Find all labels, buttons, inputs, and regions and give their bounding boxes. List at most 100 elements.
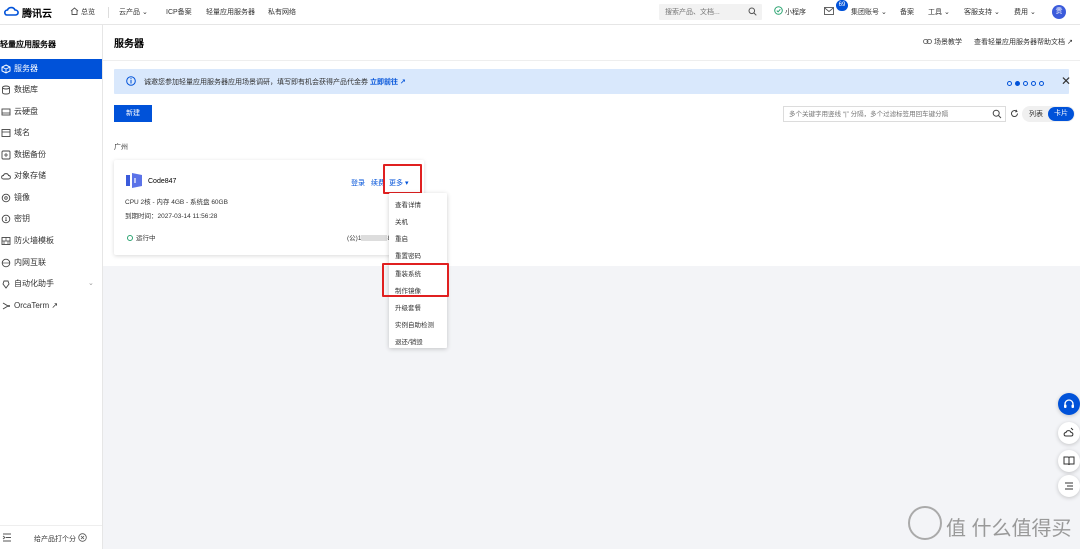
nav-home-label: 总览: [80, 9, 95, 16]
sidebar-item-key[interactable]: 密钥: [0, 209, 102, 229]
sidebar-item-server[interactable]: 服务器: [0, 59, 102, 79]
sidebar-item-backup[interactable]: 数据备份: [0, 145, 102, 165]
domain-icon: [1, 129, 11, 137]
book-icon: [1063, 456, 1075, 466]
sidebar-item-database[interactable]: 数据库: [0, 80, 102, 100]
docs-button[interactable]: [1058, 450, 1080, 472]
pagination-dot[interactable]: [1023, 81, 1028, 86]
instance-type-icon: [126, 173, 142, 188]
watermark-logo: [908, 506, 942, 540]
collapse-menu-icon[interactable]: [2, 533, 12, 542]
sidebar-item-label: 防火墙模板: [14, 236, 54, 245]
nav-tools-label: 工具: [928, 9, 942, 16]
nav-support-label: 客服支持: [964, 9, 992, 16]
sidebar-item-label: 密钥: [14, 214, 30, 223]
sidebar-item-automation[interactable]: 自动化助手 ⌄: [0, 274, 102, 294]
ip-redacted: [361, 235, 388, 241]
menu-item-upgrade-plan[interactable]: 升级套餐: [395, 302, 421, 312]
sidebar-item-firewall[interactable]: 防火墙模板: [0, 231, 102, 251]
search-icon[interactable]: [748, 7, 757, 16]
watermark: 值 什么值得买: [908, 506, 1072, 542]
sidebar-item-network[interactable]: 内网互联: [0, 253, 102, 273]
scene-tutorial-link[interactable]: 场景教学: [923, 37, 962, 47]
divider: [108, 7, 109, 18]
filter-input[interactable]: [789, 109, 984, 119]
nav-cloud-products[interactable]: 云产品 ⌄: [119, 6, 148, 19]
list-icon: [1065, 482, 1073, 490]
nav-icp[interactable]: ICP备案: [166, 6, 192, 19]
chevron-down-icon: ⌄: [993, 9, 1000, 16]
sidebar-item-object-storage[interactable]: 对象存储: [0, 166, 102, 186]
nav-group-account[interactable]: 集团账号 ⌄: [851, 6, 887, 19]
nav-lighthouse[interactable]: 轻量应用服务器: [206, 6, 255, 19]
external-link-icon: ↗: [1066, 39, 1073, 46]
notice-go-link[interactable]: 立即前往 ↗: [370, 79, 406, 86]
close-icon[interactable]: [78, 533, 87, 542]
menu-item-self-check[interactable]: 实例自助检测: [395, 319, 434, 329]
logo-text[interactable]: 腾讯云: [22, 5, 52, 20]
sidebar-footer: 给产品打个分: [0, 525, 102, 549]
nav-billing[interactable]: 费用 ⌄: [1014, 6, 1036, 19]
customer-service-button[interactable]: [1058, 393, 1080, 415]
nav-group-account-label: 集团账号: [851, 9, 879, 16]
instance-filter[interactable]: [783, 106, 1006, 122]
headset-icon: [1064, 399, 1074, 408]
pagination-dot[interactable]: [1007, 81, 1012, 86]
nav-tools[interactable]: 工具 ⌄: [928, 6, 950, 19]
help-doc-link[interactable]: 查看轻量应用服务器帮助文档 ↗: [974, 37, 1073, 47]
main-header: 服务器 场景教学 查看轻量应用服务器帮助文档 ↗: [103, 25, 1080, 60]
sidebar-item-disk[interactable]: 云硬盘: [0, 102, 102, 122]
instance-name: Code847: [148, 178, 177, 185]
sidebar-item-domain[interactable]: 域名: [0, 123, 102, 143]
menu-item-return-destroy[interactable]: 退还/销毁: [395, 336, 423, 346]
nav-cloud-products-label: 云产品: [119, 9, 140, 16]
nav-mini-program-label: 小程序: [784, 9, 806, 16]
pagination-dot[interactable]: [1031, 81, 1036, 86]
rate-product-link[interactable]: 给产品打个分: [34, 533, 87, 544]
terminal-icon: [2, 302, 10, 310]
nav-mini-program[interactable]: 小程序: [774, 6, 806, 19]
sidebar-item-label: 内网互联: [14, 258, 46, 267]
nav-support[interactable]: 客服支持 ⌄: [964, 6, 1000, 19]
instance-spec: CPU 2核 - 内存 4GB - 系统盘 60GB: [125, 199, 228, 206]
login-link[interactable]: 登录: [351, 178, 365, 188]
menu-item-view-details[interactable]: 查看详情: [395, 199, 421, 209]
automation-icon: [2, 280, 10, 289]
nav-record[interactable]: 备案: [900, 6, 914, 19]
pagination-dot-active[interactable]: [1015, 81, 1020, 86]
network-icon: [1, 258, 11, 268]
menu-item-restart[interactable]: 重启: [395, 233, 408, 243]
sidebar-item-label: OrcaTerm ↗: [14, 301, 59, 310]
nav-private-network[interactable]: 私有网络: [268, 6, 296, 19]
menu-list-button[interactable]: [1058, 475, 1080, 497]
instance-status: 运行中: [127, 232, 156, 242]
new-instance-button[interactable]: 新建: [114, 105, 152, 122]
menu-item-reset-password[interactable]: 重置密码: [395, 250, 421, 260]
pagination-dot[interactable]: [1039, 81, 1044, 86]
menu-item-shutdown[interactable]: 关机: [395, 216, 408, 226]
view-list-option[interactable]: 列表: [1029, 109, 1043, 119]
notice-close-icon[interactable]: ✕: [1061, 74, 1071, 88]
sidebar-item-orcaterm[interactable]: OrcaTerm ↗: [0, 296, 102, 316]
refresh-icon[interactable]: [1010, 109, 1019, 118]
nav-home[interactable]: 总览: [70, 6, 95, 19]
tencent-cloud-logo-icon[interactable]: [4, 6, 19, 18]
top-navbar: 腾讯云 总览 云产品 ⌄ ICP备案 轻量应用服务器 私有网络 小程序 69 集…: [0, 0, 1080, 25]
instance-public-ip[interactable]: (公)182: [347, 232, 395, 242]
global-search[interactable]: [659, 4, 762, 20]
user-avatar[interactable]: 贵: [1052, 5, 1066, 19]
rate-product-label: 给产品打个分: [34, 536, 76, 543]
search-icon[interactable]: [992, 109, 1002, 119]
nav-messages[interactable]: [824, 6, 834, 19]
highlight-reinstall-image: [382, 263, 449, 297]
global-search-input[interactable]: [665, 6, 745, 18]
survey-notice-banner: 诚邀您参加轻量应用服务器应用场景调研，填写即有机会获得产品代金券 立即前往 ↗ …: [114, 69, 1071, 94]
instance-status-label: 运行中: [136, 235, 156, 242]
view-card-option[interactable]: 卡片: [1048, 107, 1074, 121]
home-icon: [70, 7, 79, 15]
sidebar-item-label: 对象存储: [14, 171, 46, 180]
page-title: 服务器: [114, 39, 144, 50]
sidebar-item-image[interactable]: 镜像: [0, 188, 102, 208]
instance-card[interactable]: Code847 登录 续费 更多 ▾ CPU 2核 - 内存 4GB - 系统盘…: [114, 160, 424, 255]
feedback-button[interactable]: [1058, 422, 1080, 444]
